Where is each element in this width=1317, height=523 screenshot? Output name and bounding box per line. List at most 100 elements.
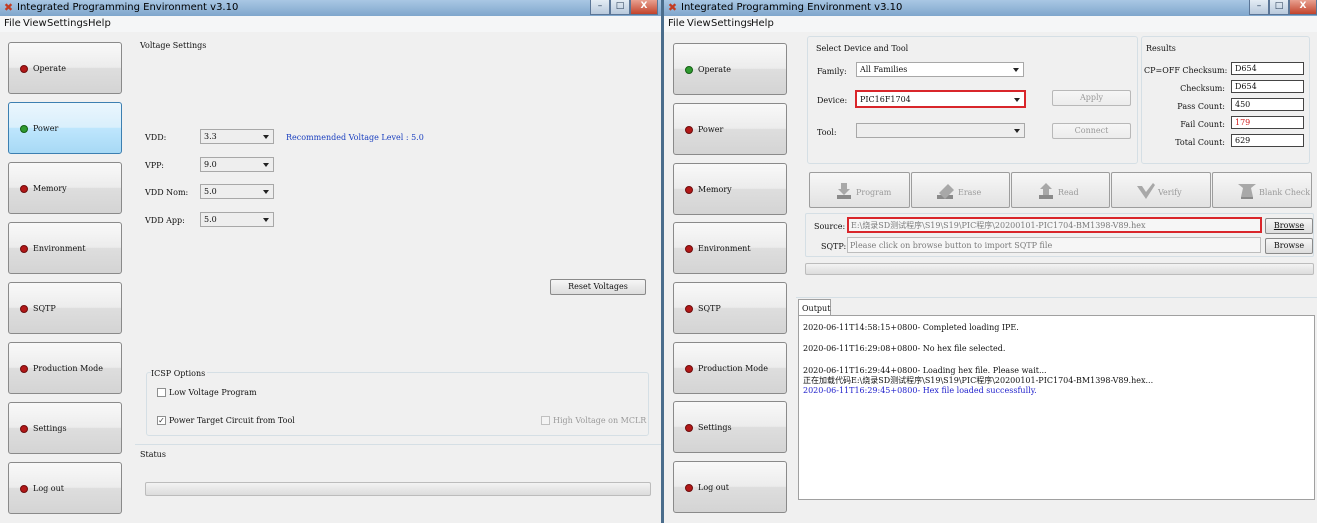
connect-button[interactable]: Connect	[1052, 123, 1131, 139]
vdd-app-select[interactable]: 5.0	[200, 212, 274, 227]
apply-button[interactable]: Apply	[1052, 90, 1131, 106]
blank-check-label: Blank Check	[1259, 188, 1311, 197]
vpp-select[interactable]: 9.0	[200, 157, 274, 172]
high-voltage-checkbox[interactable]	[541, 416, 550, 425]
recommended-voltage-text: Recommended Voltage Level : 5.0	[286, 133, 424, 142]
pass-count-value: 450	[1235, 100, 1251, 109]
nav-production-mode-button[interactable]: Production Mode	[673, 342, 787, 394]
vpp-label: VPP:	[145, 161, 164, 170]
menu-help[interactable]: Help	[88, 17, 111, 31]
nav-sqtp-button[interactable]: SQTP	[8, 282, 122, 334]
device-select[interactable]: PIC16F1704	[855, 90, 1026, 108]
vdd-app-value: 5.0	[204, 215, 217, 224]
program-button[interactable]: Program	[809, 172, 910, 208]
power-target-checkbox[interactable]: ✓	[157, 416, 166, 425]
vdd-app-label: VDD App:	[145, 216, 185, 225]
nav-label: Production Mode	[698, 364, 768, 373]
family-select[interactable]: All Families	[856, 62, 1024, 77]
title-bar[interactable]: ✖ Integrated Programming Environment v3.…	[0, 0, 661, 16]
maximize-button[interactable]: □	[610, 0, 630, 15]
app-logo-icon: ✖	[3, 1, 14, 14]
nav-logout-button[interactable]: Log out	[8, 462, 122, 514]
output-log[interactable]: 2020-06-11T14:58:15+0800- Completed load…	[798, 315, 1315, 500]
source-path-field[interactable]: E:\烧录SD测试程序\S19\S19\PIC程序\20200101-PIC17…	[847, 217, 1262, 233]
log-line: 2020-06-11T16:29:44+0800- Loading hex fi…	[803, 366, 1047, 375]
status-led-icon	[20, 245, 28, 253]
family-value: All Families	[860, 65, 908, 74]
read-button[interactable]: Read	[1011, 172, 1110, 208]
nav-memory-button[interactable]: Memory	[8, 162, 122, 214]
close-button[interactable]: X	[630, 0, 658, 15]
low-voltage-checkbox[interactable]	[157, 388, 166, 397]
menu-settings[interactable]: Settings	[47, 17, 88, 31]
vdd-select[interactable]: 3.3	[200, 129, 274, 144]
sqtp-label: SQTP:	[821, 242, 847, 251]
vdd-label: VDD:	[145, 133, 167, 142]
sqtp-browse-button[interactable]: Browse	[1265, 238, 1313, 254]
chevron-down-icon	[1013, 68, 1019, 72]
menu-settings[interactable]: Settings	[711, 17, 752, 31]
menu-file[interactable]: File	[668, 17, 685, 31]
maximize-button[interactable]: □	[1269, 0, 1289, 15]
vdd-value: 3.3	[204, 132, 217, 141]
status-led-icon	[685, 484, 693, 492]
icsp-options-heading: ICSP Options	[151, 368, 208, 379]
minimize-button[interactable]: –	[590, 0, 610, 15]
sqtp-placeholder: Please click on browse button to import …	[850, 241, 1053, 250]
nav-power-button[interactable]: Power	[673, 103, 787, 155]
status-led-icon	[20, 185, 28, 193]
nav-label: Settings	[698, 423, 732, 432]
nav-operate-button[interactable]: Operate	[673, 43, 787, 95]
checksum-value: D654	[1235, 82, 1257, 91]
close-button[interactable]: X	[1289, 0, 1317, 15]
window-title: Integrated Programming Environment v3.10	[681, 2, 903, 13]
high-voltage-label: High Voltage on MCLR	[553, 416, 647, 425]
menu-bar: File View Settings Help	[664, 16, 1317, 32]
fail-count-label: Fail Count:	[1180, 120, 1225, 129]
nav-sqtp-button[interactable]: SQTP	[673, 282, 787, 334]
nav-environment-button[interactable]: Environment	[673, 222, 787, 274]
pass-count-field: 450	[1231, 98, 1304, 111]
nav-memory-button[interactable]: Memory	[673, 163, 787, 215]
nav-label: Memory	[33, 184, 67, 193]
title-bar[interactable]: ✖ Integrated Programming Environment v3.…	[664, 0, 1317, 16]
source-browse-button[interactable]: Browse	[1265, 218, 1313, 234]
nav-settings-button[interactable]: Settings	[8, 402, 122, 454]
family-label: Family:	[817, 67, 847, 76]
status-led-icon	[685, 126, 693, 134]
nav-environment-button[interactable]: Environment	[8, 222, 122, 274]
nav-settings-button[interactable]: Settings	[673, 401, 787, 453]
nav-label: Log out	[33, 484, 64, 493]
cp-off-checksum-field: D654	[1231, 62, 1304, 75]
nav-power-button[interactable]: Power	[8, 102, 122, 154]
program-arrow-icon	[837, 183, 851, 199]
blank-check-button[interactable]: Blank Check	[1212, 172, 1312, 208]
verify-button[interactable]: Verify	[1111, 172, 1211, 208]
status-led-icon	[685, 365, 693, 373]
nav-logout-button[interactable]: Log out	[673, 461, 787, 513]
status-led-icon	[20, 425, 28, 433]
icsp-options-group	[146, 372, 649, 436]
nav-label: SQTP	[698, 304, 721, 313]
tool-select[interactable]	[856, 123, 1025, 138]
minimize-button[interactable]: –	[1249, 0, 1269, 15]
output-tab[interactable]: Output	[798, 299, 831, 315]
nav-operate-button[interactable]: Operate	[8, 42, 122, 94]
low-voltage-label: Low Voltage Program	[169, 388, 257, 397]
erase-button[interactable]: Erase	[911, 172, 1010, 208]
nav-label: Log out	[698, 483, 729, 492]
caption-buttons: – □ X	[1249, 0, 1317, 15]
device-label: Device:	[817, 96, 848, 105]
menu-view[interactable]: View	[23, 17, 47, 31]
menu-view[interactable]: View	[687, 17, 711, 31]
nav-label: Memory	[698, 185, 732, 194]
sqtp-path-field[interactable]: Please click on browse button to import …	[847, 237, 1261, 253]
vdd-nom-select[interactable]: 5.0	[200, 184, 274, 199]
reset-voltages-button[interactable]: Reset Voltages	[550, 279, 646, 295]
chevron-down-icon	[1014, 129, 1020, 133]
results-heading: Results	[1146, 44, 1176, 53]
menu-file[interactable]: File	[4, 17, 21, 31]
status-led-icon	[20, 65, 28, 73]
nav-production-mode-button[interactable]: Production Mode	[8, 342, 122, 394]
menu-help[interactable]: Help	[751, 17, 774, 31]
